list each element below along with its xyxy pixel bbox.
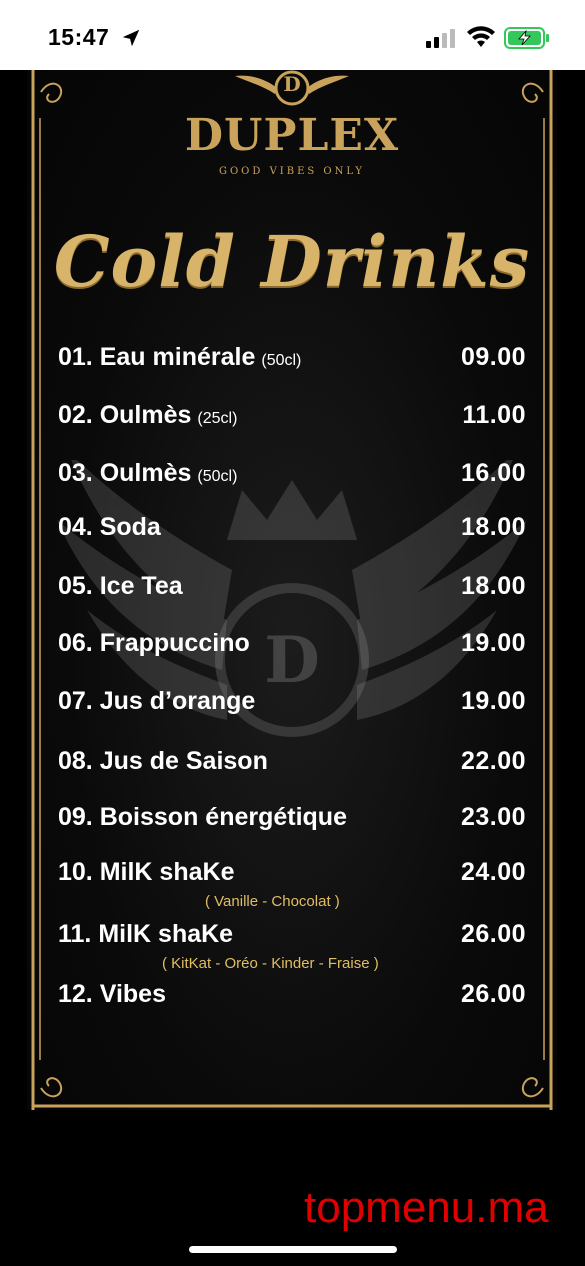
menu-board: D D DUPLEX GOOD VIBES ONLY Cold Drinks 0…: [27, 70, 557, 1110]
item-label: Jus de Saison: [99, 747, 268, 775]
item-price: 18.00: [460, 513, 526, 541]
item-size: (25cl): [197, 410, 238, 427]
item-price: 16.00: [460, 459, 526, 487]
menu-item: 12. Vibes 26.00: [27, 980, 557, 1020]
item-price: 26.00: [460, 980, 526, 1008]
item-number: 06.: [58, 629, 93, 657]
item-price: 19.00: [460, 687, 526, 715]
item-label: Boisson énergétique: [99, 803, 347, 831]
menu-item: 03. Oulmès (50cl) 16.00: [27, 459, 557, 499]
menu-item: 08. Jus de Saison 22.00: [27, 747, 557, 787]
item-name: 01. Eau minérale (50cl): [58, 343, 301, 372]
menu-item: 01. Eau minérale (50cl) 09.00: [27, 343, 557, 383]
item-name: 03. Oulmès (50cl): [58, 459, 237, 488]
item-name: 04. Soda: [58, 513, 161, 542]
location-arrow-icon: [122, 29, 140, 47]
item-label: Soda: [99, 513, 161, 541]
battery-charging-icon: [504, 27, 549, 49]
item-size: (50cl): [197, 468, 238, 485]
item-size: (50cl): [261, 352, 302, 369]
menu-item: 10. MilK shaKe 24.00 ( Vanille - Chocolat …: [27, 858, 557, 910]
menu-item: 09. Boisson énergétique 23.00: [27, 803, 557, 843]
menu-item: 06. Frappuccino 19.00: [27, 629, 557, 669]
item-price: 11.00: [462, 401, 526, 429]
item-name: 09. Boisson énergétique: [58, 803, 347, 832]
item-label: Frappuccino: [99, 629, 250, 657]
item-number: 11.: [58, 920, 92, 948]
item-price: 23.00: [460, 803, 526, 831]
item-number: 03.: [58, 459, 93, 487]
item-price: 09.00: [460, 343, 526, 371]
item-label: Oulmès: [99, 401, 192, 429]
item-name: 10. MilK shaKe: [58, 858, 234, 887]
item-number: 02.: [58, 401, 93, 429]
item-price: 24.00: [460, 858, 526, 886]
item-name: 08. Jus de Saison: [58, 747, 268, 776]
item-name: 02. Oulmès (25cl): [58, 401, 237, 430]
item-price: 18.00: [460, 572, 526, 600]
item-name: 07. Jus d’orange: [58, 687, 255, 716]
item-label: Oulmès: [99, 459, 192, 487]
item-name: 06. Frappuccino: [58, 629, 250, 658]
menu-item: 02. Oulmès (25cl) 11.00: [27, 401, 557, 441]
item-price: 26.00: [460, 920, 526, 948]
item-number: 12.: [58, 980, 93, 1008]
item-number: 09.: [58, 803, 93, 831]
item-label: Eau minérale: [99, 343, 256, 371]
status-bar: 15:47: [0, 0, 585, 70]
item-number: 07.: [58, 687, 93, 715]
item-label: Jus d’orange: [99, 687, 256, 715]
item-number: 05.: [58, 572, 93, 600]
item-label: Ice Tea: [99, 572, 183, 600]
item-name: 05. Ice Tea: [58, 572, 183, 601]
cellular-signal-icon: [426, 29, 455, 48]
menu-item: 07. Jus d’orange 19.00: [27, 687, 557, 727]
item-price: 22.00: [460, 747, 526, 775]
item-label: Vibes: [99, 980, 166, 1008]
item-number: 01.: [58, 343, 93, 371]
item-flavor-note: ( KitKat - Oréo - Kinder - Fraise ): [162, 955, 379, 972]
item-name: 12. Vibes: [58, 980, 166, 1009]
item-number: 08.: [58, 747, 93, 775]
status-time: 15:47: [48, 24, 110, 50]
item-flavor-note: ( Vanille - Chocolat ): [205, 893, 340, 910]
item-label: MilK shaKe: [98, 920, 234, 948]
item-name: 11. MilK shaKe: [58, 920, 233, 949]
wifi-icon: [467, 26, 495, 47]
menu-item: 04. Soda 18.00: [27, 513, 557, 553]
item-number: 04.: [58, 513, 93, 541]
site-watermark: topmenu.ma: [304, 1183, 549, 1232]
home-indicator[interactable]: [189, 1246, 397, 1253]
menu-item: 11. MilK shaKe 26.00 ( KitKat - Oréo - Kin…: [27, 920, 557, 972]
item-number: 10.: [58, 858, 93, 886]
item-label: MilK shaKe: [99, 858, 235, 886]
item-price: 19.00: [460, 629, 526, 657]
menu-item: 05. Ice Tea 18.00: [27, 572, 557, 612]
drinks-list: 01. Eau minérale (50cl) 09.00 02. Oulmès (25…: [27, 70, 557, 1110]
